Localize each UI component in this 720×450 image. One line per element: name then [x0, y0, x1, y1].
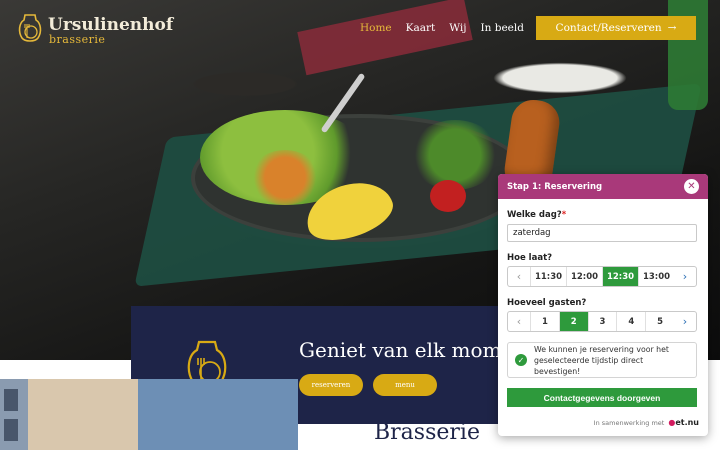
- guest-option[interactable]: 5: [645, 312, 674, 331]
- chevron-left-icon[interactable]: ‹: [508, 267, 530, 286]
- window-shape: [4, 389, 18, 411]
- contactgegevens-button[interactable]: Contactgegevens doorgeven: [507, 388, 697, 407]
- cta-label: Contact/Reserveren: [555, 22, 662, 34]
- required-mark: *: [561, 210, 567, 220]
- guest-option[interactable]: 1: [530, 312, 559, 331]
- main-nav: Home Kaart Wij In beeld: [360, 22, 524, 34]
- day-label: Welke dag?*: [507, 210, 566, 220]
- chevron-left-icon[interactable]: ‹: [508, 312, 530, 331]
- close-icon[interactable]: ✕: [684, 179, 699, 194]
- time-label: Hoe laat?: [507, 253, 553, 263]
- day-value: zaterdag: [513, 228, 551, 238]
- nav-item-wij[interactable]: Wij: [449, 22, 466, 34]
- building-image: [0, 379, 298, 450]
- arrow-right-icon: →: [667, 22, 677, 34]
- menu-button[interactable]: menu: [373, 374, 437, 396]
- nav-item-home[interactable]: Home: [360, 22, 392, 34]
- widget-title: Stap 1: Reservering: [507, 181, 603, 192]
- nav-item-in-beeld[interactable]: In beeld: [481, 22, 524, 34]
- time-option[interactable]: 12:00: [566, 267, 602, 286]
- page: Ursulinenhof brasserie Home Kaart Wij In…: [0, 0, 720, 450]
- tomato-shape: [430, 180, 466, 212]
- check-circle-icon: ✓: [515, 354, 527, 366]
- zenchef-logo[interactable]: ●et.nu: [668, 418, 699, 427]
- time-option-selected[interactable]: 12:30: [602, 267, 638, 286]
- window-shape: [4, 419, 18, 441]
- brand-subtitle: brasserie: [49, 33, 106, 46]
- napkin-shape: [297, 0, 473, 76]
- confirmation-text: We kunnen je reservering voor het gesele…: [534, 344, 669, 376]
- time-option[interactable]: 11:30: [530, 267, 566, 286]
- guests-picker: ‹ 1 2 3 4 5 ›: [507, 311, 697, 332]
- building-shape: [28, 379, 138, 450]
- greens-shape: [410, 120, 500, 190]
- widget-header: Stap 1: Reservering ✕: [498, 174, 708, 199]
- guest-option[interactable]: 3: [587, 312, 617, 331]
- contact-reserveren-button[interactable]: Contact/Reserveren →: [536, 16, 696, 40]
- brand-name: Ursulinenhof: [48, 15, 174, 35]
- vase-logo-icon: [18, 14, 42, 42]
- nav-item-kaart[interactable]: Kaart: [406, 22, 436, 34]
- guest-option[interactable]: 4: [616, 312, 645, 331]
- reservation-widget: Stap 1: Reservering ✕ Welke dag?* zaterd…: [498, 174, 708, 436]
- time-picker: ‹ 11:30 12:00 12:30 13:00 ›: [507, 266, 697, 287]
- reserveren-button[interactable]: reserveren: [299, 374, 363, 396]
- day-label-text: Welke dag?: [507, 210, 562, 220]
- hero-band-title: Geniet van elk mome: [299, 338, 514, 362]
- carrot-shape: [250, 150, 320, 205]
- time-option[interactable]: 13:00: [638, 267, 674, 286]
- widget-footer: In samenwerking met ●et.nu: [594, 418, 699, 427]
- guest-option-selected[interactable]: 2: [558, 312, 588, 331]
- brand-logo[interactable]: Ursulinenhof brasserie: [16, 12, 176, 48]
- partner-text: In samenwerking met: [593, 418, 665, 427]
- chevron-right-icon[interactable]: ›: [674, 267, 696, 286]
- section-heading: Brasserie: [374, 420, 480, 445]
- guests-label: Hoeveel gasten?: [507, 298, 587, 308]
- confirmation-notice: ✓ We kunnen je reservering voor het gese…: [507, 342, 697, 378]
- chevron-right-icon[interactable]: ›: [674, 312, 696, 331]
- day-select[interactable]: zaterdag: [507, 224, 697, 242]
